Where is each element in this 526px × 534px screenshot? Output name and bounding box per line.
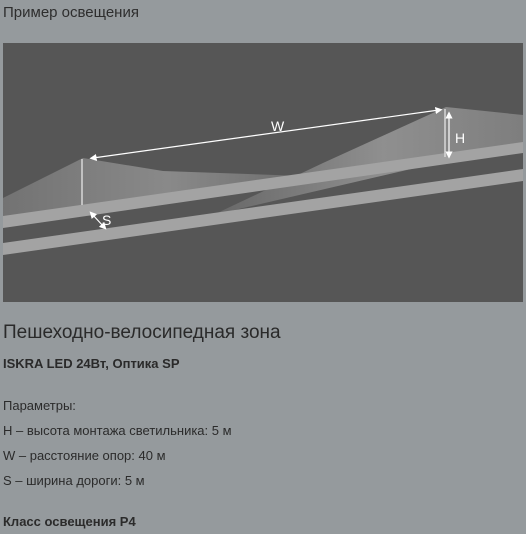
param-height: H – высота монтажа светильника: 5 м: [3, 423, 232, 438]
param-road-width: S – ширина дороги: 5 м: [3, 473, 145, 488]
width-label: W: [271, 118, 285, 134]
params-heading: Параметры:: [3, 398, 76, 413]
section-title: Пример освещения: [3, 4, 139, 21]
lighting-diagram: W H S: [3, 43, 523, 302]
road-width-label: S: [102, 212, 111, 228]
product-name: ISKRA LED 24Вт, Оптика SP: [3, 356, 180, 371]
param-width: W – расстояние опор: 40 м: [3, 448, 166, 463]
zone-title: Пешеходно-велосипедная зона: [3, 322, 281, 343]
lighting-diagram-svg: W H S: [3, 106, 523, 255]
lighting-class: Класс освещения P4: [3, 514, 136, 529]
height-label: H: [455, 130, 465, 146]
